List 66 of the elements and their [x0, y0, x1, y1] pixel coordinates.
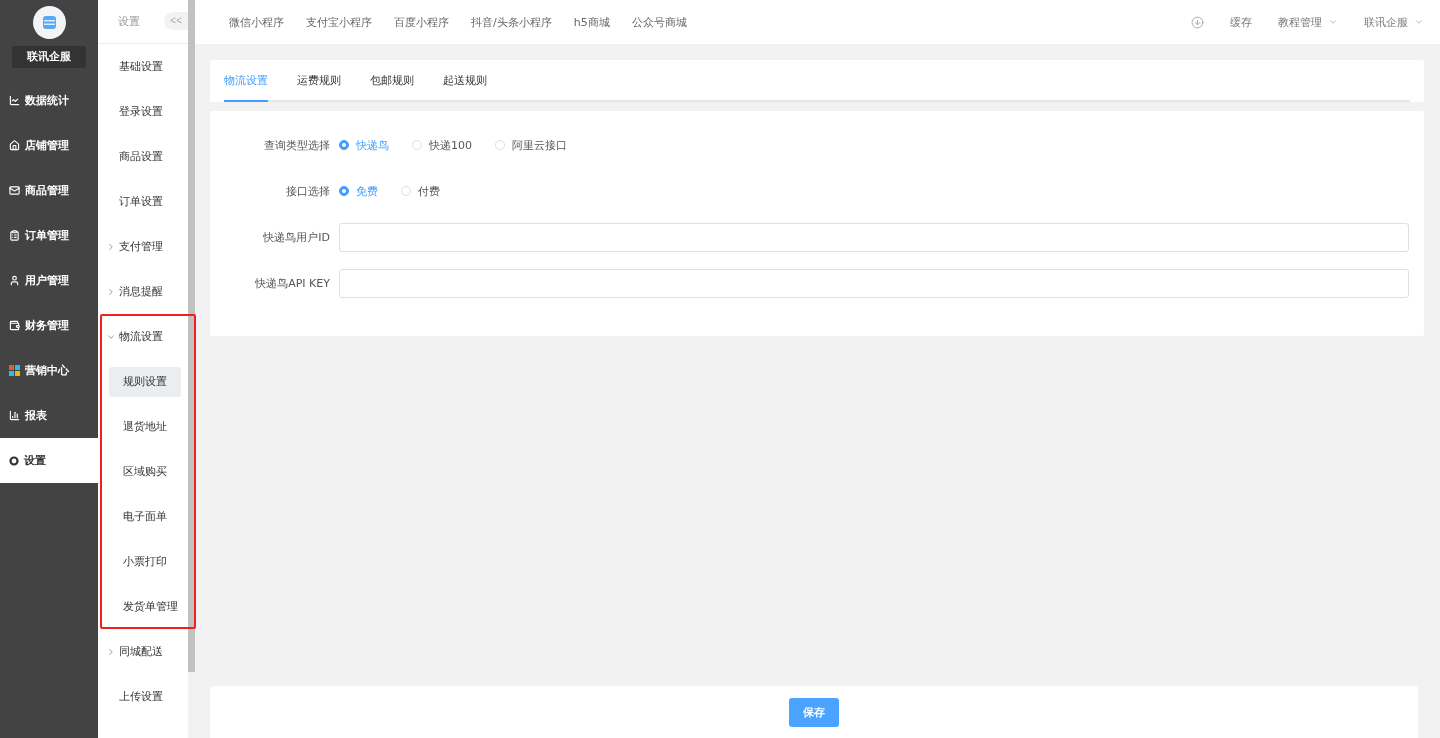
radio-dot[interactable] — [339, 140, 349, 150]
top-nav-link[interactable]: h5商城 — [573, 14, 610, 30]
sub-menu-item[interactable]: 基础设置 — [98, 44, 188, 89]
sub-menu-child[interactable]: 规则设置 — [109, 366, 181, 397]
main-menu-item[interactable]: 数据统计 — [0, 78, 98, 123]
top-nav-link[interactable]: 支付宝小程序 — [306, 14, 372, 30]
brand-name: 联讯企服 — [12, 46, 86, 68]
tab[interactable]: 包邮规则 — [370, 60, 414, 102]
sub-menu-group[interactable]: 支付管理 — [98, 224, 188, 269]
sub-menu-item[interactable]: 登录设置 — [98, 89, 188, 134]
house-icon — [9, 140, 20, 151]
main-menu-item[interactable]: 设置 — [0, 438, 98, 483]
clipboard-icon — [9, 230, 20, 241]
main-menu-item[interactable]: 财务管理 — [0, 303, 98, 348]
top-nav-link[interactable]: 抖音/头条小程序 — [471, 14, 552, 30]
form-label: 快递鸟用户ID — [262, 229, 331, 245]
chevron-right-icon — [106, 241, 116, 252]
download-icon[interactable] — [1191, 15, 1204, 29]
caret-icon — [1414, 17, 1424, 27]
sub-menu-group[interactable]: 同城配送 — [98, 629, 188, 674]
top-nav-link[interactable]: 微信小程序 — [229, 14, 284, 30]
input-field[interactable] — [339, 222, 1409, 252]
dropdown-menu[interactable]: 教程管理 — [1278, 14, 1338, 30]
ring-icon — [9, 455, 19, 466]
sub-menu-group[interactable]: 物流设置 — [98, 314, 188, 359]
chevron-right-icon — [106, 646, 116, 657]
tab[interactable]: 运费规则 — [297, 60, 341, 102]
radio-option[interactable]: 快递100 — [412, 137, 472, 153]
sub-menu-child[interactable]: 退货地址 — [109, 411, 181, 442]
dropdown-menu[interactable]: 联讯企服 — [1364, 14, 1424, 30]
store-logo-icon — [32, 6, 66, 39]
chevron-right-icon — [106, 286, 116, 297]
top-nav-link[interactable]: 百度小程序 — [394, 14, 449, 30]
form-label: 查询类型选择 — [263, 137, 331, 153]
top-nav-link[interactable]: 公众号商城 — [631, 14, 687, 30]
sub-menu-child[interactable]: 小票打印 — [109, 546, 181, 577]
input-field[interactable] — [339, 268, 1409, 298]
sub-menu-group[interactable]: 消息提醒 — [98, 269, 188, 314]
scrollbar[interactable] — [188, 0, 195, 738]
bar-chart-icon — [9, 410, 20, 421]
radio-option[interactable]: 付费 — [401, 183, 440, 199]
sub-menu-child[interactable]: 发货单管理 — [109, 591, 181, 622]
main-menu-item[interactable]: 店铺管理 — [0, 123, 98, 168]
radio-option[interactable]: 阿里云接口 — [495, 137, 567, 153]
caret-icon — [1328, 17, 1338, 27]
sub-menu-item[interactable]: 订单设置 — [98, 179, 188, 224]
tab[interactable]: 起送规则 — [443, 60, 487, 102]
main-menu-item[interactable]: 商品管理 — [0, 168, 98, 213]
top-action-link[interactable]: 缓存 — [1230, 14, 1252, 30]
sub-menu-item[interactable]: 商品设置 — [98, 134, 188, 179]
form-label: 快递鸟API KEY — [254, 275, 331, 291]
sub-menu-child[interactable]: 区域购买 — [109, 456, 181, 487]
envelope-icon — [9, 185, 20, 196]
sub-menu-child[interactable]: 电子面单 — [109, 501, 181, 532]
sub-menu-title: 设置 — [118, 14, 140, 29]
wallet-icon — [9, 320, 20, 331]
form-label: 接口选择 — [285, 183, 331, 199]
colored-squares-icon — [9, 365, 20, 376]
user-icon — [9, 275, 20, 286]
line-chart-icon — [9, 95, 20, 106]
main-menu-item[interactable]: 报表 — [0, 393, 98, 438]
main-menu-item[interactable]: 用户管理 — [0, 258, 98, 303]
main-menu-item[interactable]: 营销中心 — [0, 348, 98, 393]
main-menu-item[interactable]: 订单管理 — [0, 213, 98, 258]
sub-menu-item[interactable]: 上传设置 — [98, 674, 188, 719]
radio-dot[interactable] — [339, 186, 349, 196]
